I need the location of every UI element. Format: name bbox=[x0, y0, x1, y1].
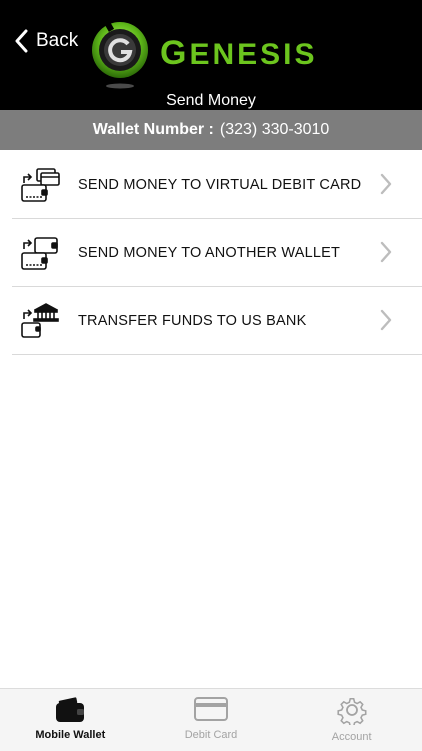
brand-wordmark: GENESIS bbox=[160, 34, 318, 73]
tab-label: Account bbox=[331, 731, 372, 743]
wallet-to-bank-icon bbox=[18, 299, 62, 343]
tab-bar: Mobile Wallet Debit Card Account bbox=[0, 688, 422, 751]
wallet-number-bar: Wallet Number : (323) 330-3010 bbox=[0, 110, 422, 150]
chevron-left-icon bbox=[15, 29, 28, 53]
chevron-right-icon bbox=[380, 309, 392, 331]
menu-item-virtual-debit-card[interactable]: SEND MONEY TO VIRTUAL DEBIT CARD bbox=[12, 151, 422, 219]
tab-debit-card[interactable]: Debit Card bbox=[141, 689, 282, 751]
back-button[interactable]: Back bbox=[14, 26, 78, 56]
chevron-right-icon bbox=[380, 241, 392, 263]
page-title: Send Money bbox=[166, 92, 256, 109]
genesis-logo-icon bbox=[92, 20, 148, 89]
menu-item-us-bank[interactable]: TRANSFER FUNDS TO US BANK bbox=[12, 287, 422, 355]
menu-item-label: SEND MONEY TO ANOTHER WALLET bbox=[78, 244, 341, 261]
wallet-number-label: Wallet Number : bbox=[92, 121, 214, 138]
tab-account[interactable]: Account bbox=[281, 689, 422, 751]
credit-card-icon bbox=[194, 697, 228, 721]
brand-rest: ENESIS bbox=[189, 38, 318, 71]
send-money-options: SEND MONEY TO VIRTUAL DEBIT CARD SEND MO… bbox=[0, 151, 422, 355]
tab-label: Mobile Wallet bbox=[35, 729, 106, 741]
tab-label: Debit Card bbox=[184, 729, 238, 741]
menu-item-label: SEND MONEY TO VIRTUAL DEBIT CARD bbox=[78, 176, 362, 193]
menu-item-label: TRANSFER FUNDS TO US BANK bbox=[78, 312, 307, 329]
app-header: Back GENESIS Send Money bbox=[0, 0, 422, 110]
brand-initial: G bbox=[160, 34, 190, 72]
wallet-to-wallet-icon bbox=[18, 231, 62, 275]
wallet-number-value: (323) 330-3010 bbox=[219, 121, 330, 138]
menu-item-another-wallet[interactable]: SEND MONEY TO ANOTHER WALLET bbox=[12, 219, 422, 287]
gear-icon bbox=[337, 698, 367, 725]
wallet-icon bbox=[56, 697, 85, 722]
chevron-right-icon bbox=[380, 173, 392, 195]
tab-mobile-wallet[interactable]: Mobile Wallet bbox=[0, 689, 141, 751]
wallet-to-card-icon bbox=[18, 163, 62, 207]
back-label: Back bbox=[36, 30, 79, 51]
